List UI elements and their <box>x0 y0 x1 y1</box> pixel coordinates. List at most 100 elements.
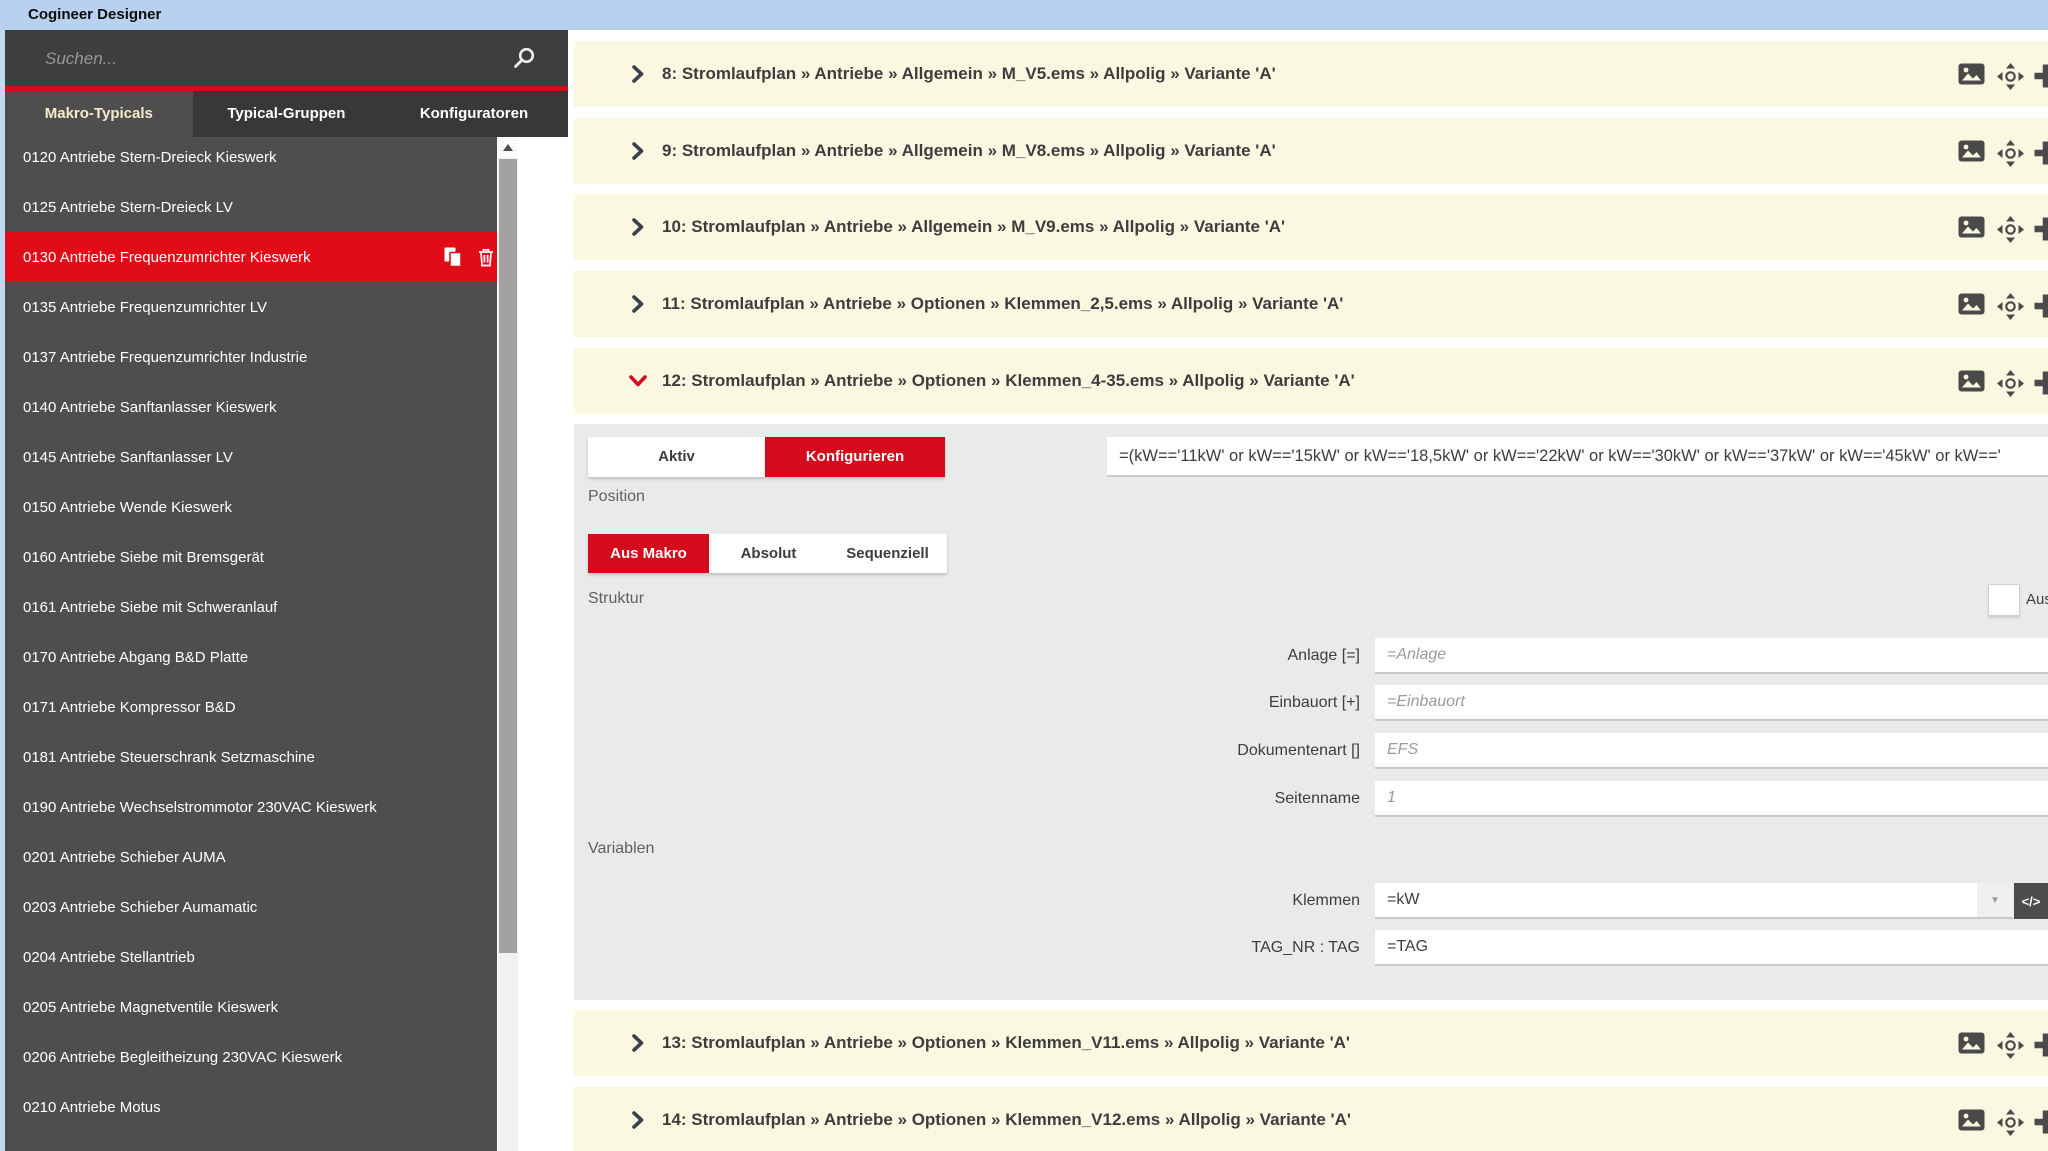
klemmen-input[interactable]: =kW ▼ <box>1375 883 2013 919</box>
move-icon[interactable] <box>1997 370 2024 397</box>
position-tab-sequenziell[interactable]: Sequenziell <box>828 534 947 573</box>
macro-row[interactable]: 14: Stromlaufplan » Antriebe » Optionen … <box>574 1087 2048 1151</box>
move-icon[interactable] <box>1997 140 2024 167</box>
sidebar-item-label: 0205 Antriebe Magnetventile Kieswerk <box>23 999 278 1016</box>
add-icon[interactable] <box>2033 63 2048 89</box>
sidebar-item[interactable]: 0161 Antriebe Siebe mit Schweranlauf <box>5 582 497 632</box>
sidebar-item[interactable]: 0160 Antriebe Siebe mit Bremsgerät <box>5 532 497 582</box>
tab-konfiguratoren[interactable]: Konfiguratoren <box>380 91 568 137</box>
sidebar-item[interactable]: 0204 Antriebe Stellantrieb <box>5 932 497 982</box>
move-icon[interactable] <box>1997 293 2024 320</box>
typical-list: 0120 Antriebe Stern-Dreieck Kieswerk 012… <box>5 137 497 1151</box>
konfigurieren-button[interactable]: Konfigurieren <box>765 437 945 477</box>
window-title: Cogineer Designer <box>28 0 161 30</box>
scroll-thumb[interactable] <box>499 159 517 953</box>
sidebar-item[interactable]: 0205 Antriebe Magnetventile Kieswerk <box>5 982 497 1032</box>
sidebar-item[interactable]: 0135 Antriebe Frequenzumrichter LV <box>5 282 497 332</box>
sidebar-item[interactable]: 0150 Antriebe Wende Kieswerk <box>5 482 497 532</box>
add-icon[interactable] <box>2033 293 2048 319</box>
sidebar-item[interactable]: 0221 Antriebe VSG <box>5 1132 497 1151</box>
sidebar-item[interactable]: 0206 Antriebe Begleitheizung 230VAC Kies… <box>5 1032 497 1082</box>
macro-config-panel: Aktiv Konfigurieren =(kW=='11kW' or kW==… <box>574 424 2048 1000</box>
sidebar-item[interactable]: 0140 Antriebe Sanftanlasser Kieswerk <box>5 382 497 432</box>
tag-nr-input[interactable]: =TAG <box>1375 930 2048 966</box>
dokumentenart-input[interactable]: EFS <box>1375 733 2048 769</box>
struktur-section-label: Struktur <box>588 590 644 608</box>
sidebar-item[interactable]: 0210 Antriebe Motus <box>5 1082 497 1132</box>
sidebar-item-label: 0160 Antriebe Siebe mit Bremsgerät <box>23 549 264 566</box>
sidebar-item[interactable]: 0203 Antriebe Schieber Aumamatic <box>5 882 497 932</box>
sidebar-item[interactable]: 0171 Antriebe Kompressor B&D <box>5 682 497 732</box>
add-icon[interactable] <box>2033 1109 2048 1135</box>
chevron-right-icon[interactable] <box>626 62 650 86</box>
condition-formula-input[interactable]: =(kW=='11kW' or kW=='15kW' or kW=='18,5k… <box>1107 437 2048 477</box>
add-icon[interactable] <box>2033 370 2048 396</box>
chevron-right-icon[interactable] <box>626 215 650 239</box>
tab-makro-typicals[interactable]: Makro-Typicals <box>5 91 193 137</box>
sidebar-item[interactable]: 0137 Antriebe Frequenzumrichter Industri… <box>5 332 497 382</box>
variablen-section-label: Variablen <box>588 840 654 858</box>
preview-image-icon[interactable] <box>1958 370 1985 392</box>
chevron-right-icon[interactable] <box>626 139 650 163</box>
chevron-right-icon[interactable] <box>626 1108 650 1132</box>
search-icon[interactable] <box>511 45 537 71</box>
sidebar-item-selected[interactable]: 0130 Antriebe Frequenzumrichter Kieswerk <box>5 232 497 282</box>
sidebar-item[interactable]: 0181 Antriebe Steuerschrank Setzmaschine <box>5 732 497 782</box>
cogineer-designer-window: Cogineer Designer Makro-Typicals Typical… <box>0 0 2048 1151</box>
sidebar-item[interactable]: 0145 Antriebe Sanftanlasser LV <box>5 432 497 482</box>
move-icon[interactable] <box>1997 1109 2024 1136</box>
macro-row[interactable]: 9: Stromlaufplan » Antriebe » Allgemein … <box>574 118 2048 184</box>
chevron-right-icon[interactable] <box>626 1031 650 1055</box>
macro-row-expanded[interactable]: 12: Stromlaufplan » Antriebe » Optionen … <box>574 348 2048 414</box>
aus-checkbox[interactable] <box>1988 584 2020 616</box>
preview-image-icon[interactable] <box>1958 216 1985 238</box>
move-icon[interactable] <box>1997 216 2024 243</box>
move-icon[interactable] <box>1997 1032 2024 1059</box>
sidebar-item[interactable]: 0170 Antriebe Abgang B&D Platte <box>5 632 497 682</box>
add-icon[interactable] <box>2033 216 2048 242</box>
tab-typical-gruppen[interactable]: Typical-Gruppen <box>193 91 381 137</box>
add-icon[interactable] <box>2033 1032 2048 1058</box>
field-row: Seitenname 1 <box>574 781 2048 817</box>
delete-icon[interactable] <box>475 246 497 268</box>
search-input[interactable] <box>43 40 487 78</box>
position-tab-aus-makro[interactable]: Aus Makro <box>588 534 709 573</box>
sidebar-item[interactable]: 0190 Antriebe Wechselstrommotor 230VAC K… <box>5 782 497 832</box>
klemmen-dropdown-button[interactable]: ▼ <box>1977 883 2013 917</box>
macro-row[interactable]: 13: Stromlaufplan » Antriebe » Optionen … <box>574 1010 2048 1076</box>
macro-row[interactable]: 11: Stromlaufplan » Antriebe » Optionen … <box>574 271 2048 337</box>
chevron-down-icon[interactable] <box>626 369 650 393</box>
macro-row[interactable]: 8: Stromlaufplan » Antriebe » Allgemein … <box>574 41 2048 107</box>
field-row: Klemmen =kW ▼ </> <box>574 883 2048 919</box>
einbauort-placeholder: =Einbauort <box>1387 693 1465 711</box>
formula-editor-button[interactable]: </> <box>2014 883 2048 919</box>
aktiv-button[interactable]: Aktiv <box>588 437 765 477</box>
position-tab-absolut[interactable]: Absolut <box>709 534 828 573</box>
duplicate-icon[interactable] <box>442 246 464 268</box>
seitenname-label: Seitenname <box>574 781 1360 817</box>
sidebar-item-label: 0190 Antriebe Wechselstrommotor 230VAC K… <box>23 799 377 816</box>
preview-image-icon[interactable] <box>1958 1109 1985 1131</box>
position-section-label: Position <box>588 488 645 506</box>
add-icon[interactable] <box>2033 140 2048 166</box>
move-icon[interactable] <box>1997 63 2024 90</box>
macro-row-label: 9: Stromlaufplan » Antriebe » Allgemein … <box>662 141 1276 161</box>
sidebar-item[interactable]: 0125 Antriebe Stern-Dreieck LV <box>5 182 497 232</box>
sidebar-item[interactable]: 0201 Antriebe Schieber AUMA <box>5 832 497 882</box>
einbauort-input[interactable]: =Einbauort <box>1375 685 2048 721</box>
preview-image-icon[interactable] <box>1958 1032 1985 1054</box>
sidebar-item-label: 0206 Antriebe Begleitheizung 230VAC Kies… <box>23 1049 342 1066</box>
chevron-right-icon[interactable] <box>626 292 650 316</box>
seitenname-input[interactable]: 1 <box>1375 781 2048 817</box>
macro-row-label: 12: Stromlaufplan » Antriebe » Optionen … <box>662 371 1355 391</box>
field-row: TAG_NR : TAG =TAG <box>574 930 2048 966</box>
einbauort-label: Einbauort [+] <box>574 685 1360 721</box>
sidebar-item[interactable]: 0120 Antriebe Stern-Dreieck Kieswerk <box>5 137 497 182</box>
preview-image-icon[interactable] <box>1958 140 1985 162</box>
scroll-up-button[interactable] <box>498 137 518 158</box>
preview-image-icon[interactable] <box>1958 63 1985 85</box>
dokumentenart-placeholder: EFS <box>1387 741 1418 759</box>
macro-row[interactable]: 10: Stromlaufplan » Antriebe » Allgemein… <box>574 194 2048 260</box>
preview-image-icon[interactable] <box>1958 293 1985 315</box>
anlage-input[interactable]: =Anlage <box>1375 638 2048 674</box>
